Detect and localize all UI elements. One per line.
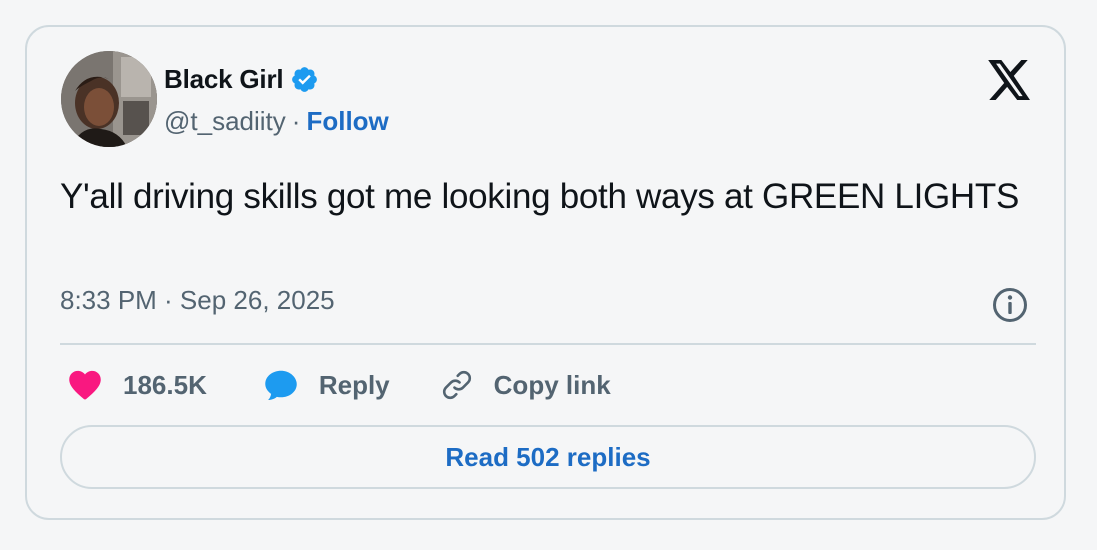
tweet-text: Y'all driving skills got me looking both…: [60, 177, 1020, 216]
author-handle-row: @t_sadiity · Follow: [164, 103, 389, 139]
follow-button[interactable]: Follow: [306, 106, 388, 137]
copy-link-label: Copy link: [493, 369, 611, 400]
heart-icon: [67, 367, 103, 403]
author-handle[interactable]: @t_sadiity: [164, 106, 286, 137]
x-logo-icon[interactable]: [988, 60, 1032, 100]
link-icon: [440, 368, 474, 402]
speech-bubble-icon: [263, 367, 299, 403]
author-display-name[interactable]: Black Girl: [164, 64, 284, 95]
avatar[interactable]: [61, 51, 157, 147]
read-replies-button[interactable]: Read 502 replies: [60, 425, 1036, 489]
copy-link-button[interactable]: Copy link: [440, 368, 611, 402]
reply-button[interactable]: Reply: [263, 367, 390, 403]
action-bar: 186.5K Reply Copy link: [67, 363, 651, 407]
like-count: 186.5K: [123, 369, 207, 400]
verified-badge-icon: [290, 65, 319, 94]
tweet-timestamp[interactable]: 8:33 PM · Sep 26, 2025: [60, 285, 335, 316]
info-icon[interactable]: [991, 286, 1029, 324]
tweet-card: Black Girl @t_sadiity · Follow Y'all dri…: [25, 25, 1066, 520]
reply-label: Reply: [318, 369, 390, 400]
handle-separator: ·: [291, 105, 301, 136]
like-button[interactable]: 186.5K: [67, 367, 207, 403]
divider: [60, 343, 1036, 345]
author-name-row: Black Girl: [164, 61, 319, 97]
